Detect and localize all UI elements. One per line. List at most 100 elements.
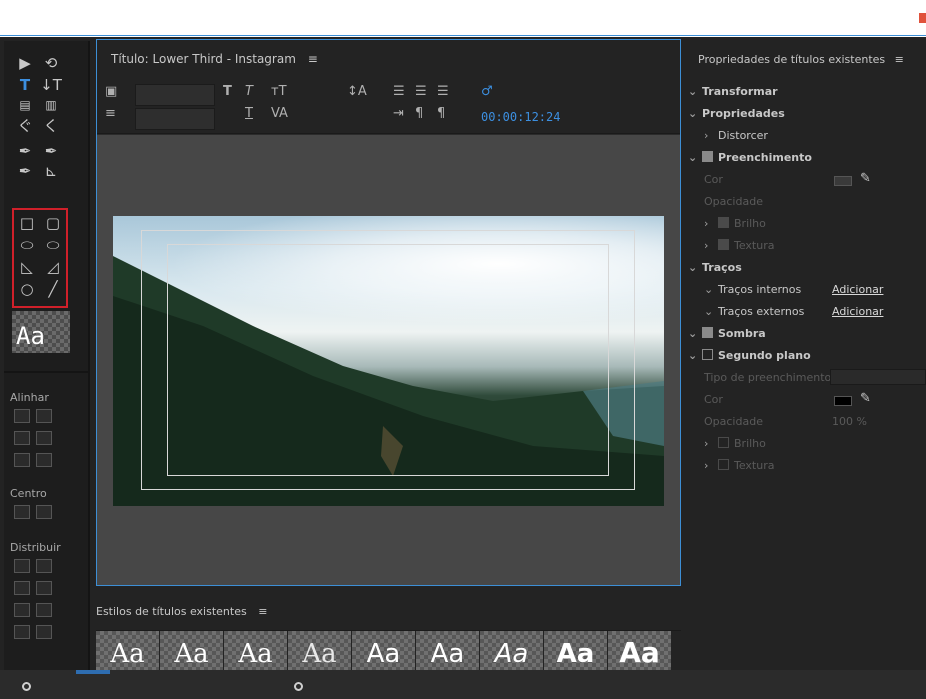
vertical-type-tool-icon[interactable]: ↓T: [40, 75, 62, 95]
leading-icon[interactable]: ↕A: [347, 84, 367, 99]
pen-tool-icon[interactable]: ✒: [14, 141, 36, 161]
bg-texture-checkbox[interactable]: [718, 459, 729, 470]
section-propriedades[interactable]: ⌄ Propriedades: [688, 107, 785, 125]
eyedropper-icon[interactable]: ✎: [860, 391, 871, 409]
font-style-select[interactable]: [135, 108, 215, 130]
title-canvas[interactable]: [97, 135, 680, 585]
background-video-icon[interactable]: ▣: [105, 84, 117, 99]
wedge-tool-icon[interactable]: ◺: [16, 257, 38, 277]
section-sombra[interactable]: ⌄ Sombra: [688, 327, 766, 345]
paragraph-icon[interactable]: ¶: [415, 106, 423, 121]
rounded-corner-tool-icon[interactable]: ⬭: [42, 235, 64, 255]
style-swatch[interactable]: Aa: [160, 631, 223, 671]
rounded-rectangle-tool-icon[interactable]: ▢: [42, 213, 64, 233]
distribute-center-h-icon[interactable]: [14, 581, 30, 595]
delete-anchor-tool-icon[interactable]: ✒: [40, 141, 62, 161]
align-bottom-icon[interactable]: [36, 453, 52, 467]
add-outer-stroke-link[interactable]: Adicionar: [832, 305, 883, 318]
close-window-marker[interactable]: [919, 13, 926, 23]
sync-playhead-icon[interactable]: ♂: [481, 84, 493, 99]
add-inner-stroke-link[interactable]: Adicionar: [832, 283, 883, 296]
timecode[interactable]: 00:00:12:24: [481, 110, 560, 124]
align-center-v-icon[interactable]: [36, 431, 52, 445]
align-right-text-icon[interactable]: ☰: [437, 84, 449, 99]
add-anchor-tool-icon[interactable]: ✒: [14, 161, 36, 181]
style-swatch[interactable]: Aa: [608, 631, 671, 671]
style-swatch[interactable]: Aa: [544, 631, 607, 671]
align-center-text-icon[interactable]: ☰: [415, 84, 427, 99]
section-tracos-externos[interactable]: ⌄ Traços externos: [704, 305, 804, 323]
style-swatch[interactable]: Aa: [416, 631, 479, 671]
distribute-spacing-h-icon[interactable]: [14, 625, 30, 639]
rotation-tool-icon[interactable]: ⟲: [40, 53, 62, 73]
align-center-h-icon[interactable]: [14, 431, 30, 445]
eyedropper-icon[interactable]: ✎: [860, 171, 871, 189]
section-segundo-plano[interactable]: ⌄ Segundo plano: [688, 349, 811, 367]
fill-color-swatch[interactable]: [834, 176, 852, 186]
section-bg-brilho[interactable]: › Brilho: [704, 437, 766, 455]
vertical-area-type-tool-icon[interactable]: ▥: [40, 95, 62, 115]
style-swatch[interactable]: Aa: [352, 631, 415, 671]
fill-checkbox[interactable]: [702, 151, 713, 162]
section-preenchimento[interactable]: ⌄ Preenchimento: [688, 151, 812, 169]
section-tracos[interactable]: ⌄ Traços: [688, 261, 742, 279]
type-tool-icon[interactable]: T: [14, 75, 36, 95]
font-family-select[interactable]: [135, 84, 215, 106]
area-type-tool-icon[interactable]: ▤: [14, 95, 36, 115]
texture-checkbox[interactable]: [718, 239, 729, 250]
distribute-right-icon[interactable]: [14, 603, 30, 617]
center-horizontal-icon[interactable]: [14, 505, 30, 519]
sheen-checkbox[interactable]: [718, 217, 729, 228]
shadow-checkbox[interactable]: [702, 327, 713, 338]
align-top-icon[interactable]: [36, 409, 52, 423]
fill-type-select[interactable]: [830, 369, 926, 385]
distribute-top-icon[interactable]: [36, 559, 52, 573]
bold-icon[interactable]: T: [223, 84, 232, 99]
section-tracos-internos[interactable]: ⌄ Traços internos: [704, 283, 801, 301]
center-vertical-icon[interactable]: [36, 505, 52, 519]
vertical-path-type-tool-icon[interactable]: く: [40, 115, 62, 135]
style-swatch[interactable]: Aa: [224, 631, 287, 671]
align-right-icon[interactable]: [14, 453, 30, 467]
italic-icon[interactable]: T: [245, 84, 253, 99]
bg-sheen-checkbox[interactable]: [718, 437, 729, 448]
distribute-bottom-icon[interactable]: [36, 603, 52, 617]
ellipse-tool-icon[interactable]: ○: [16, 279, 38, 299]
styles-panel-menu-icon[interactable]: ≡: [258, 605, 267, 618]
path-type-tool-icon[interactable]: ぐ: [14, 115, 36, 135]
selection-tool-icon[interactable]: ▶: [14, 53, 36, 73]
rectangle-tool-icon[interactable]: □: [16, 213, 38, 233]
clipped-rectangle-tool-icon[interactable]: ⬭: [16, 235, 38, 255]
distribute-spacing-v-icon[interactable]: [36, 625, 52, 639]
section-bg-textura[interactable]: › Textura: [704, 459, 774, 477]
style-swatch[interactable]: Aa: [480, 631, 543, 671]
title-panel-menu-icon[interactable]: ≡: [308, 52, 318, 66]
chevron-down-icon: ⌄: [688, 151, 698, 164]
underline-icon[interactable]: T: [245, 106, 253, 121]
align-left-icon[interactable]: [14, 409, 30, 423]
kerning-icon[interactable]: VA: [271, 106, 288, 121]
line-tool-icon[interactable]: ╱: [42, 279, 64, 299]
convert-anchor-tool-icon[interactable]: ⊾: [40, 161, 62, 181]
scroll-handle-right[interactable]: [294, 682, 303, 691]
background-checkbox[interactable]: [702, 349, 713, 360]
tab-icon[interactable]: ⇥: [393, 106, 404, 121]
scroll-handle-left[interactable]: [22, 682, 31, 691]
tab-stops-icon[interactable]: ≡: [105, 106, 116, 121]
section-fill-textura[interactable]: › Textura: [704, 239, 774, 257]
background-color-swatch[interactable]: [834, 396, 852, 406]
style-swatch[interactable]: Aa: [288, 631, 351, 671]
properties-panel-menu-icon[interactable]: ≡: [895, 53, 904, 66]
paragraph-reverse-icon[interactable]: ¶: [437, 106, 445, 121]
distribute-center-v-icon[interactable]: [36, 581, 52, 595]
chevron-down-icon: ⌄: [688, 349, 698, 362]
align-left-text-icon[interactable]: ☰: [393, 84, 405, 99]
section-fill-brilho[interactable]: › Brilho: [704, 217, 766, 235]
background-opacity-value[interactable]: 100 %: [832, 415, 867, 433]
arc-tool-icon[interactable]: ◿: [42, 257, 64, 277]
font-size-icon[interactable]: тT: [271, 84, 287, 99]
section-transformar[interactable]: ⌄ Transformar: [688, 85, 778, 103]
section-distorcer[interactable]: › Distorcer: [704, 129, 768, 147]
style-swatch[interactable]: Aa: [96, 631, 159, 671]
distribute-left-icon[interactable]: [14, 559, 30, 573]
